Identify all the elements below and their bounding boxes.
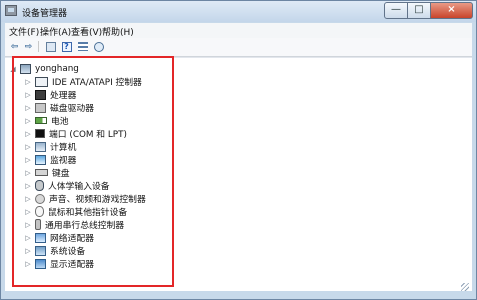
menu-action[interactable]: 操作(A) [40, 25, 71, 38]
display-adapter-icon [35, 258, 46, 269]
window-title: 设备管理器 [22, 9, 68, 19]
expand-arrow-icon[interactable]: ▷ [24, 168, 32, 178]
tree-item-hid[interactable]: ▷ 人体学输入设备 [24, 179, 110, 192]
tree-item-label: 磁盘驱动器 [50, 104, 94, 114]
expand-arrow-icon[interactable]: ▷ [24, 116, 32, 126]
usb-icon [35, 219, 41, 230]
tree-item-display-adapters[interactable]: ▷ 显示适配器 [24, 257, 94, 270]
port-icon [35, 129, 45, 138]
battery-icon [35, 117, 47, 124]
monitor-icon [35, 154, 46, 165]
expand-arrow-icon[interactable]: ▷ [24, 259, 32, 269]
device-manager-icon [5, 5, 17, 16]
expand-arrow-icon[interactable]: ▷ [24, 246, 32, 256]
menu-bar: 文件(F) 操作(A) 查看(V) 帮助(H) [5, 23, 472, 39]
tree-item-label: 鼠标和其他指针设备 [48, 208, 128, 218]
expand-arrow-icon[interactable]: ▷ [24, 103, 32, 113]
toolbar: ⇦ ⇨ ? [5, 38, 472, 57]
resize-grip-icon[interactable] [461, 283, 469, 291]
title-bar[interactable]: 设备管理器 — □ × [1, 1, 476, 22]
device-list-button[interactable] [76, 40, 89, 53]
menu-view[interactable]: 查看(V) [71, 25, 102, 38]
tree-item-processor[interactable]: ▷ 处理器 [24, 88, 76, 101]
collapse-arrow-icon[interactable]: ◢ [9, 64, 17, 74]
expand-arrow-icon[interactable]: ▷ [24, 181, 32, 191]
tree-item-label: 系统设备 [50, 247, 86, 257]
tree-item-disk-drives[interactable]: ▷ 磁盘驱动器 [24, 101, 94, 114]
tree-item-ide-controller[interactable]: ▷ IDE ATA/ATAPI 控制器 [24, 75, 142, 88]
help-button[interactable]: ? [60, 40, 73, 53]
human-interface-device-icon [35, 180, 44, 191]
tree-item-label: 声音、视频和游戏控制器 [49, 195, 146, 205]
tree-item-label: 人体学输入设备 [48, 182, 110, 192]
computer-name: yonghang [35, 63, 79, 74]
tree-item-system-devices[interactable]: ▷ 系统设备 [24, 244, 85, 257]
computer-device-icon [35, 141, 46, 152]
back-button[interactable]: ⇦ [8, 40, 21, 53]
tree-item-network-adapters[interactable]: ▷ 网络适配器 [24, 231, 94, 244]
processor-icon [35, 89, 46, 100]
tree-item-monitors[interactable]: ▷ 监视器 [24, 153, 76, 166]
scan-hardware-button[interactable] [92, 40, 105, 53]
tree-item-label: 监视器 [50, 156, 77, 166]
tree-item-battery[interactable]: ▷ 电池 [24, 114, 69, 128]
forward-button[interactable]: ⇨ [22, 40, 35, 53]
sound-controller-icon [35, 193, 45, 204]
expand-arrow-icon[interactable]: ▷ [24, 155, 32, 165]
network-adapter-icon [35, 232, 46, 243]
tree-item-usb-controllers[interactable]: ▷ 通用串行总线控制器 [24, 218, 124, 231]
menu-file[interactable]: 文件(F) [9, 25, 39, 38]
disk-drive-icon [35, 102, 46, 113]
expand-arrow-icon[interactable]: ▷ [24, 233, 32, 243]
tree-item-label: 通用串行总线控制器 [45, 221, 125, 231]
ide-controller-icon [35, 76, 48, 87]
tree-item-mouse[interactable]: ▷ 鼠标和其他指针设备 [24, 205, 127, 218]
scan-hardware-icon [93, 41, 104, 52]
maximize-button[interactable]: □ [407, 2, 431, 19]
tree-item-sound-video-game[interactable]: ▷ 声音、视频和游戏控制器 [24, 192, 146, 205]
keyboard-icon [35, 169, 48, 176]
tree-item-ports[interactable]: ▷ 端口 (COM 和 LPT) [24, 127, 127, 140]
tree-item-keyboard[interactable]: ▷ 键盘 [24, 166, 70, 180]
tree-item-label: 端口 (COM 和 LPT) [49, 130, 127, 140]
computer-icon [20, 63, 31, 74]
tree-item-label: 键盘 [52, 169, 70, 179]
device-tree-panel[interactable]: ◢ yonghang ▷ IDE ATA/ATAPI 控制器 ▷ 处理器 ▷ 磁盘驱动… [5, 57, 472, 291]
device-list-icon [77, 42, 88, 51]
expand-arrow-icon[interactable]: ▷ [24, 142, 32, 152]
expand-arrow-icon[interactable]: ▷ [24, 220, 32, 230]
toolbar-separator [38, 41, 39, 52]
minimize-button[interactable]: — [384, 2, 408, 19]
tree-item-label: 电池 [51, 117, 69, 127]
tree-root-computer[interactable]: ◢ yonghang [9, 62, 79, 75]
tree-item-label: 显示适配器 [50, 260, 94, 270]
expand-arrow-icon[interactable]: ▷ [24, 194, 32, 204]
properties-icon [45, 41, 56, 52]
device-manager-window: 设备管理器 — □ × 文件(F) 操作(A) 查看(V) 帮助(H) ⇦ ⇨ … [0, 0, 477, 300]
tree-item-label: 处理器 [50, 91, 77, 101]
tree-item-label: 计算机 [50, 143, 77, 153]
help-icon: ? [61, 41, 72, 52]
tree-item-computer[interactable]: ▷ 计算机 [24, 140, 76, 153]
expand-arrow-icon[interactable]: ▷ [24, 207, 32, 217]
close-button[interactable]: × [430, 2, 473, 19]
system-device-icon [35, 245, 46, 256]
tree-item-label: IDE ATA/ATAPI 控制器 [52, 78, 142, 88]
mouse-icon [35, 206, 44, 217]
properties-button[interactable] [44, 40, 57, 53]
expand-arrow-icon[interactable]: ▷ [24, 90, 32, 100]
tree-item-label: 网络适配器 [50, 234, 94, 244]
menu-help[interactable]: 帮助(H) [102, 25, 134, 38]
expand-arrow-icon[interactable]: ▷ [24, 129, 32, 139]
expand-arrow-icon[interactable]: ▷ [24, 77, 32, 87]
